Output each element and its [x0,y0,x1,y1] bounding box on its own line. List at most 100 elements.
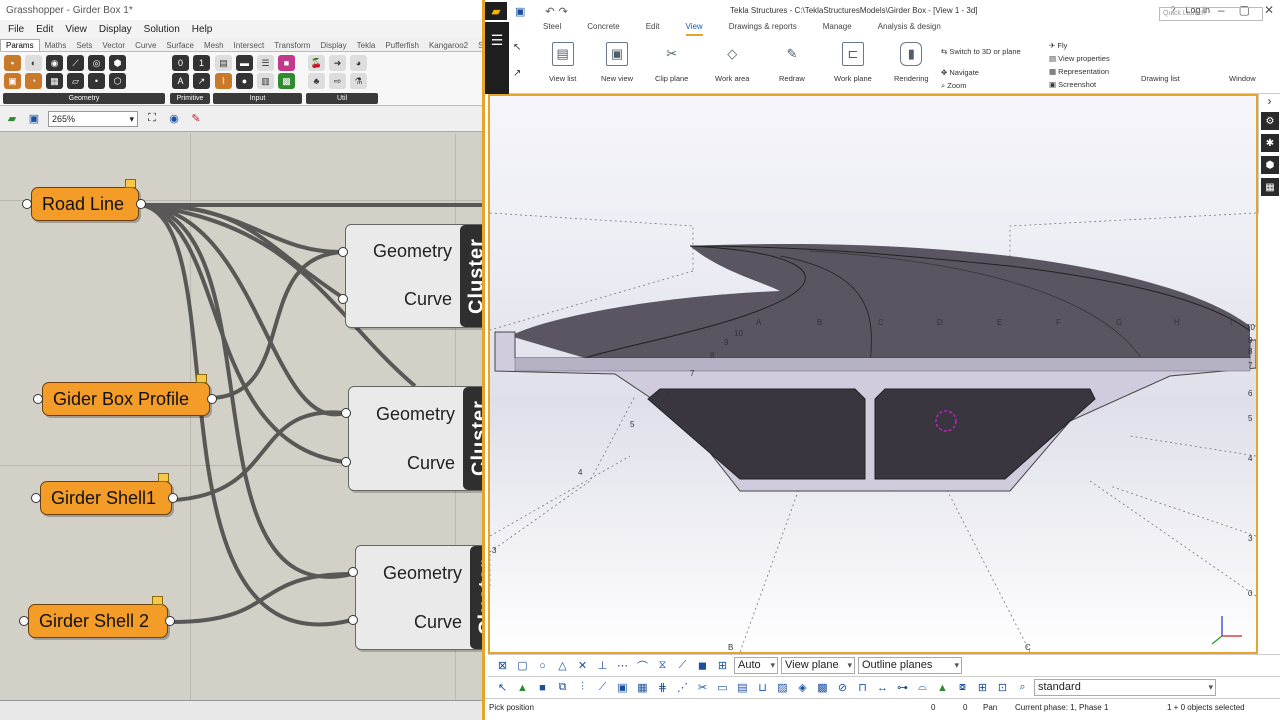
window-button[interactable]: Window [1229,42,1256,83]
girder-shell1-param[interactable]: Girder Shell1 [40,473,172,515]
colour-swatch-icon[interactable]: ■ [278,55,295,71]
flask-icon[interactable]: ⚗ [350,73,367,89]
cluster-1-geometry-input[interactable]: Geometry [373,241,452,262]
tab-edit[interactable]: Edit [646,22,660,36]
select-mesh-icon[interactable]: ▦ [634,679,651,696]
snap-curve-icon[interactable]: ⌒ [634,657,651,674]
save-icon[interactable]: ▣ [515,5,525,18]
gh-canvas[interactable]: Road Line Gider Box Profile Girder Shell… [0,134,482,700]
settings-gear-icon[interactable]: ✱ [1261,134,1279,152]
select-view-icon[interactable]: ▭ [714,679,731,696]
status-phase[interactable]: Current phase: 1, Phase 1 [1015,703,1108,712]
cluster-1-geometry-grip[interactable] [338,247,348,257]
snap-endpoint-icon[interactable]: ⊓ [854,679,871,696]
view-plane-select[interactable]: View plane [781,657,855,674]
cluster-3-curve-input[interactable]: Curve [414,612,462,633]
select-rebar-icon[interactable]: ⋕ [654,679,671,696]
select-drawing-icon[interactable]: ▩ [814,679,831,696]
select-cut-icon[interactable]: ✂ [694,679,711,696]
view-list-button[interactable]: ▤ View list [549,42,576,83]
model-view-3d[interactable]: A B C D E F G H I 10 9 8 7 6 5 4 3 10 9 … [488,94,1258,654]
gh-tab-sets[interactable]: Sets [71,40,97,51]
select-layers-icon[interactable]: ◈ [794,679,811,696]
snap-perpendicular-icon[interactable]: ⊥ [594,657,611,674]
cherry-icon[interactable]: 🍒 [308,55,325,71]
snap-arrow-icon[interactable]: ↗ [513,68,521,79]
fruit-icon[interactable]: ♣ [308,73,325,89]
tab-steel[interactable]: Steel [543,22,561,36]
snap-midline-icon[interactable]: ↔ [874,679,891,696]
snap-center-icon[interactable]: ◼ [694,657,711,674]
select-points-icon[interactable]: ⋰ [674,679,691,696]
cluster-1-curve-grip[interactable] [338,294,348,304]
cluster-3-geometry-grip[interactable] [348,567,358,577]
select-arrow-icon[interactable]: ↖ [513,42,521,53]
fly-button[interactable]: ✈ Fly [1049,41,1067,50]
drawing-list-button[interactable]: Drawing list [1141,42,1180,83]
mesh-param-icon[interactable]: ▦ [46,73,63,89]
girder-box-profile-output-grip[interactable] [207,394,217,404]
tab-view[interactable]: View [685,22,703,36]
snap-line-icon[interactable]: ⟋ [674,657,691,674]
rendering-button[interactable]: ▮ Rendering [894,42,929,83]
pointer-icon[interactable]: ↖ [494,679,511,696]
surface-param-icon[interactable]: ⬡ [109,73,126,89]
girder-shell1-input-grip[interactable] [31,493,41,503]
screenshot-button[interactable]: ▣ Screenshot [1049,80,1096,89]
snap-extension-icon[interactable]: ⋯ [614,657,631,674]
girder-shell2-output-grip[interactable] [165,616,175,626]
gh-menu-edit[interactable]: Edit [36,24,53,35]
snap-plane-icon[interactable]: ⊡ [994,679,1011,696]
open-file-icon[interactable]: ▰ [4,111,20,127]
gradient-icon[interactable]: ▩ [278,73,295,89]
new-view-button[interactable]: ▣ New view [601,42,633,83]
girder-shell1-output-grip[interactable] [168,493,178,503]
undo-icon[interactable]: ↶ [545,5,554,18]
gh-group-label-geometry[interactable]: Geometry [3,93,165,104]
list-icon[interactable]: ☰ [257,55,274,71]
save-file-icon[interactable]: ▣ [26,111,42,127]
circle-param-icon[interactable]: ◉ [46,55,63,71]
tab-analysis-design[interactable]: Analysis & design [878,22,941,36]
gh-tab-vector[interactable]: Vector [97,40,130,51]
slider-icon[interactable]: ▬ [236,55,253,71]
select-hatch-icon[interactable]: ⊘ [834,679,851,696]
select-object-icon[interactable]: ▲ [514,679,531,696]
select-welds-icon[interactable]: ⫶ [574,679,591,696]
vector-param-icon[interactable]: ↗ [193,73,210,89]
graph-mapper-icon[interactable]: ⌇ [215,73,232,89]
cluster-2[interactable]: Geometry Curve Cluster [348,386,482,491]
outline-planes-select[interactable]: Outline planes [858,657,962,674]
redraw-button[interactable]: ✎ Redraw [779,42,805,83]
snap-grid-icon[interactable]: ⊞ [714,657,731,674]
gh-tab-intersect[interactable]: Intersect [229,40,270,51]
geometry-param-icon[interactable]: ⬢ [109,55,126,71]
road-line-output-grip[interactable] [136,199,146,209]
properties-panel-icon[interactable]: ⚙ [1261,112,1279,130]
gh-menu-display[interactable]: Display [99,24,132,35]
gh-menu-solution[interactable]: Solution [144,24,180,35]
close-icon[interactable]: ✕ [1264,3,1274,17]
text-param-icon[interactable]: A [172,73,189,89]
gh-menu-help[interactable]: Help [192,24,213,35]
girder-box-profile-input-grip[interactable] [33,394,43,404]
catalog-icon[interactable]: ⬢ [1261,156,1279,174]
gh-tab-curve[interactable]: Curve [130,40,161,51]
gh-group-label-util[interactable]: Util [306,93,378,104]
cluster-2-curve-input[interactable]: Curve [407,453,455,474]
snap-search-icon[interactable]: ⌕ [1014,679,1031,696]
select-line-icon[interactable]: ⟋ [594,679,611,696]
quick-launch-input[interactable]: Quick Launch [1159,7,1263,21]
cluster-1[interactable]: Geometry Curve Cluster [345,224,482,328]
selection-filter-select[interactable]: standard [1034,679,1216,696]
snap-midpoint-icon[interactable]: ⧖ [654,657,671,674]
chevron-right-icon[interactable]: › [1259,94,1280,108]
gh-tab-transform[interactable]: Transform [269,40,315,51]
select-circle-icon[interactable]: ○ [534,657,551,674]
gh-menu-file[interactable]: File [8,24,24,35]
snap-free-icon[interactable]: ⊞ [974,679,991,696]
tekla-logo-icon[interactable]: ▰ [485,2,507,20]
preview-eye-icon[interactable]: ◉ [166,111,182,127]
select-component-icon[interactable]: ■ [534,679,551,696]
view-properties-button[interactable]: ▤ View properties [1049,54,1110,63]
